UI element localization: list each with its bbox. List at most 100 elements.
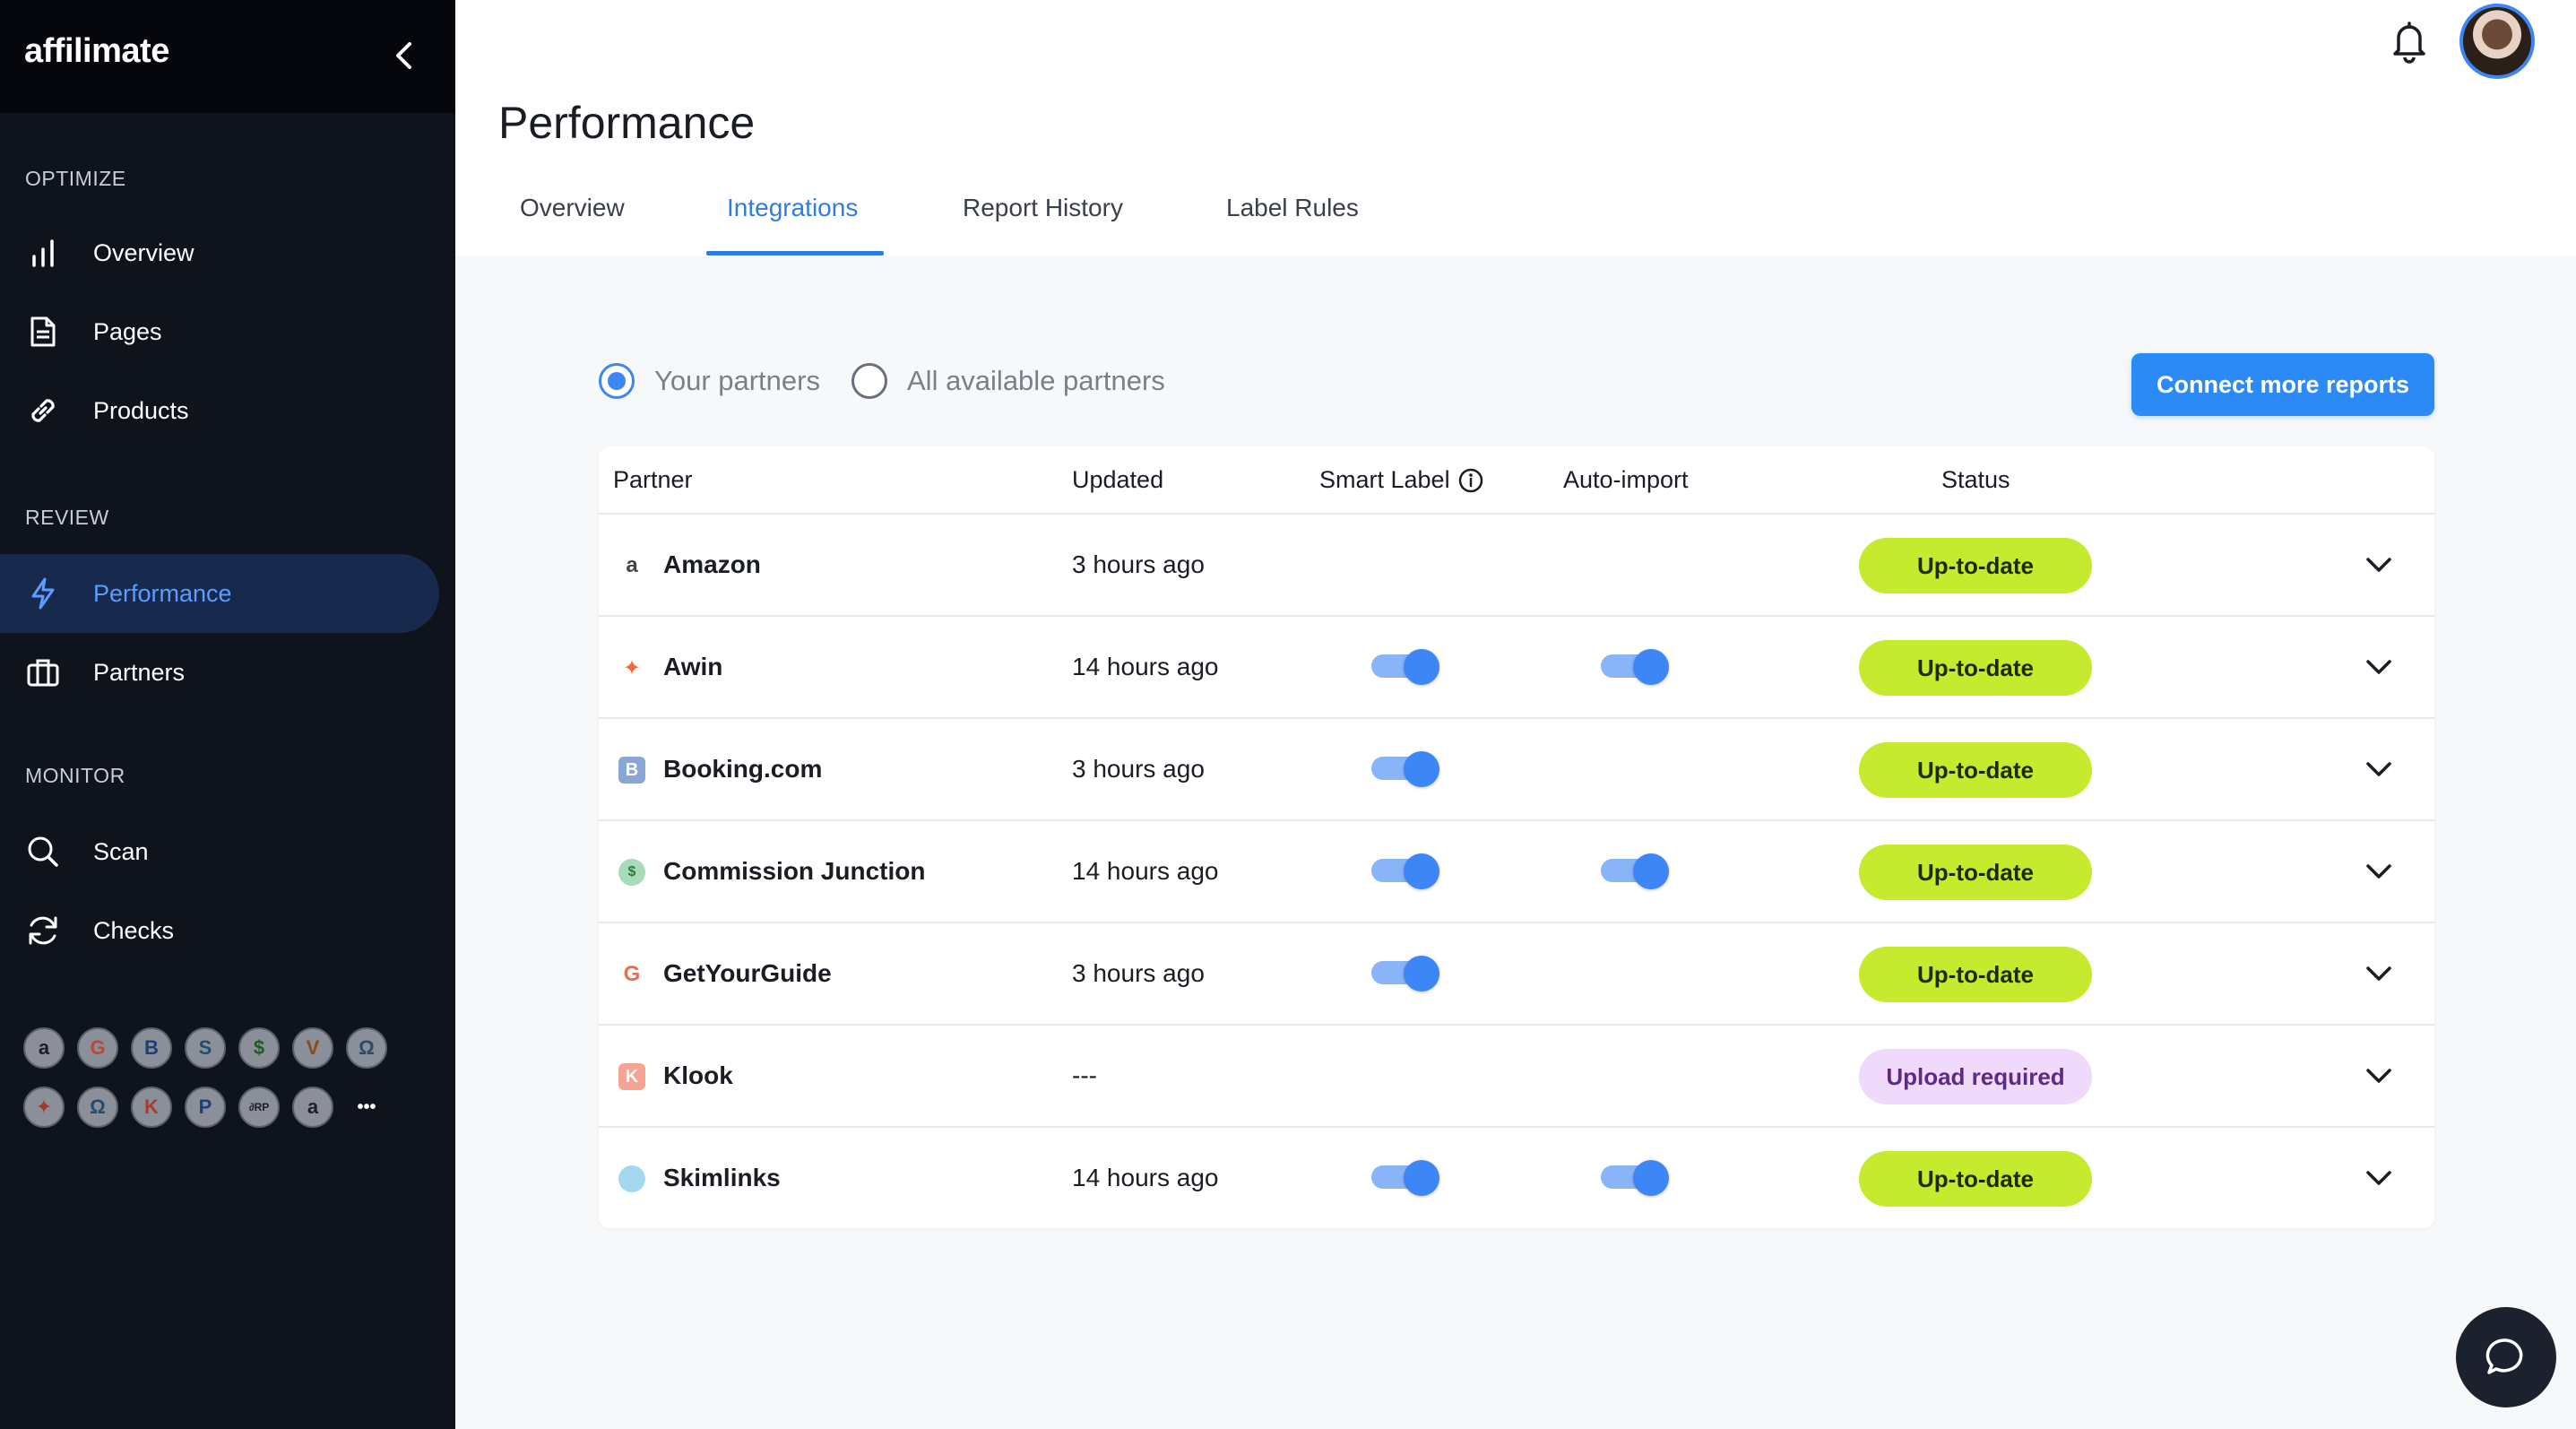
sidebar-item-overview[interactable]: Overview — [0, 213, 439, 292]
partner-name: Klook — [663, 1061, 733, 1089]
auto-import-toggle[interactable] — [1601, 1160, 1669, 1196]
status-badge: Up-to-date — [1859, 640, 2092, 696]
connect-more-reports-button[interactable]: Connect more reports — [2131, 353, 2434, 416]
chevron-down-icon[interactable] — [2361, 547, 2397, 583]
pepperjam-partner-icon[interactable]: P — [185, 1087, 226, 1128]
column-header-auto-import: Auto-import — [1563, 466, 1689, 493]
tab-label-rules[interactable]: Label Rules — [1226, 194, 1359, 222]
notifications-button[interactable] — [2388, 16, 2431, 66]
your-partners-label: Your partners — [654, 365, 820, 396]
amazon-partner-icon[interactable]: a — [23, 1027, 65, 1069]
skimlinks-partner-icon[interactable]: S — [185, 1027, 226, 1069]
collapse-sidebar-button[interactable] — [385, 36, 421, 75]
getyourguide-partner-icon[interactable]: G — [77, 1027, 118, 1069]
smart-label-toggle[interactable] — [1371, 649, 1439, 685]
klook-partner-icon[interactable]: K — [131, 1087, 172, 1128]
chevron-down-icon[interactable] — [2361, 853, 2397, 889]
auto-import-toggle[interactable] — [1601, 853, 1669, 889]
partner-name: Amazon — [663, 550, 761, 578]
table-row[interactable]: $ Commission Junction 14 hours ago Up-to… — [599, 819, 2434, 922]
column-header-smart-label: Smart Label — [1319, 466, 1484, 494]
bar-chart-icon — [25, 235, 61, 271]
sidebar-item-performance[interactable]: Performance — [0, 554, 439, 633]
chat-support-button[interactable] — [2456, 1307, 2556, 1407]
chevron-down-icon[interactable] — [2361, 649, 2397, 685]
sidebar-item-label: Performance — [93, 579, 232, 607]
smart-label-toggle[interactable] — [1371, 751, 1439, 787]
sidebar-item-label: Partners — [93, 658, 186, 686]
section-title-monitor: MONITOR — [25, 764, 125, 787]
chevron-down-icon[interactable] — [2361, 751, 2397, 787]
sidebar-item-pages[interactable]: Pages — [0, 292, 439, 371]
sidebar-item-label: Products — [93, 396, 189, 424]
booking-partner-icon[interactable]: B — [131, 1027, 172, 1069]
tab-integrations[interactable]: Integrations — [727, 194, 858, 222]
booking-logo-icon: B — [618, 757, 645, 784]
smart-label-toggle[interactable] — [1371, 956, 1439, 992]
amazon-global-partner-icon[interactable]: a — [292, 1087, 333, 1128]
table-row[interactable]: ✦ Awin 14 hours ago Up-to-date — [599, 615, 2434, 717]
sidebar-item-checks[interactable]: Checks — [0, 891, 439, 970]
table-row[interactable]: B Booking.com 3 hours ago Up-to-date — [599, 717, 2434, 819]
bell-icon — [2393, 22, 2425, 64]
viator-partner-icon[interactable]: V — [292, 1027, 333, 1069]
awin-partner-icon[interactable]: ✦ — [23, 1087, 65, 1128]
chevron-down-icon[interactable] — [2361, 1058, 2397, 1094]
smart-label-toggle[interactable] — [1371, 853, 1439, 889]
updated-time: 14 hours ago — [1072, 653, 1219, 680]
sidebar-item-products[interactable]: Products — [0, 371, 439, 450]
table-row[interactable]: a Amazon 3 hours ago Up-to-date — [599, 513, 2434, 615]
auto-import-toggle[interactable] — [1601, 649, 1669, 685]
updated-time: --- — [1072, 1061, 1097, 1089]
your-partners-radio[interactable]: Your partners — [599, 363, 820, 399]
active-tab-indicator — [706, 251, 884, 255]
sidebar-item-partners[interactable]: Partners — [0, 633, 439, 712]
status-badge: Upload required — [1859, 1049, 2092, 1104]
smart-label-toggle[interactable] — [1371, 1160, 1439, 1196]
section-title-review: REVIEW — [25, 506, 109, 529]
impact-partner-icon[interactable]: Ω — [346, 1027, 387, 1069]
app-logo[interactable]: affilimate — [24, 32, 169, 71]
partnerize-partner-icon[interactable]: Ω — [77, 1087, 118, 1128]
klook-logo-icon: K — [618, 1063, 645, 1090]
status-badge: Up-to-date — [1859, 844, 2092, 900]
chevron-down-icon[interactable] — [2361, 956, 2397, 992]
status-badge: Up-to-date — [1859, 538, 2092, 593]
chevron-left-icon — [396, 42, 411, 69]
sidebar-header: affilimate — [0, 0, 455, 113]
cj-partner-icon[interactable]: $ — [238, 1027, 280, 1069]
table-row[interactable]: K Klook --- Upload required — [599, 1024, 2434, 1126]
table-row[interactable]: G GetYourGuide 3 hours ago Up-to-date — [599, 922, 2434, 1024]
partner-name: Booking.com — [663, 755, 823, 783]
partner-name: Awin — [663, 653, 723, 680]
section-title-optimize: OPTIMIZE — [25, 167, 126, 190]
status-badge: Up-to-date — [1859, 742, 2092, 798]
updated-time: 3 hours ago — [1072, 755, 1205, 783]
lightning-icon — [25, 576, 61, 611]
amazon-logo-icon: a — [626, 553, 638, 577]
tab-report-history[interactable]: Report History — [963, 194, 1123, 222]
getyourguide-logo-icon: G — [623, 962, 641, 986]
chat-bubble-icon — [2485, 1338, 2523, 1374]
more-partners-icon[interactable]: ••• — [346, 1087, 387, 1128]
link-icon — [25, 393, 61, 429]
partner-name: GetYourGuide — [663, 959, 832, 987]
sidebar-item-scan[interactable]: Scan — [0, 812, 439, 891]
status-badge: Up-to-date — [1859, 947, 2092, 1002]
all-partners-radio[interactable]: All available partners — [851, 363, 1165, 399]
page-title: Performance — [498, 98, 756, 148]
updated-time: 3 hours ago — [1072, 959, 1205, 987]
cj-logo-icon: $ — [618, 859, 645, 886]
column-header-partner: Partner — [613, 466, 693, 493]
chevron-down-icon[interactable] — [2361, 1160, 2397, 1196]
info-icon[interactable] — [1457, 467, 1484, 494]
document-icon — [25, 314, 61, 350]
jrp-partner-icon[interactable]: ∂RP — [238, 1087, 280, 1128]
user-avatar[interactable] — [2459, 4, 2535, 79]
search-icon — [25, 834, 61, 870]
sidebar-item-label: Overview — [93, 238, 194, 266]
sidebar-item-label: Checks — [93, 916, 175, 944]
table-row[interactable]: Skimlinks 14 hours ago Up-to-date — [599, 1126, 2434, 1228]
radio-dot — [599, 363, 635, 399]
tab-overview[interactable]: Overview — [520, 194, 625, 222]
